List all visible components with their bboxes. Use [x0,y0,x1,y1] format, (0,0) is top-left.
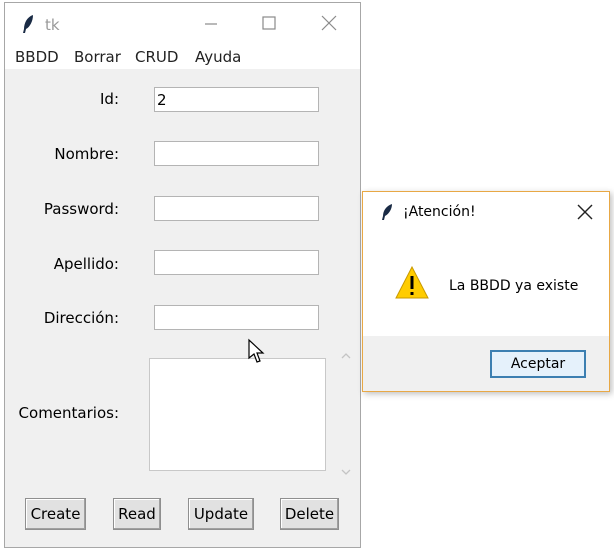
attention-dialog: ¡Atención! La BBDD ya existe Aceptar [362,191,610,392]
dialog-title: ¡Atención! [403,204,476,220]
label-comentarios: Comentarios: [18,404,119,422]
nombre-field[interactable] [154,141,319,166]
scroll-up-icon[interactable] [341,351,351,361]
label-apellido: Apellido: [53,255,119,273]
menu-borrar[interactable]: Borrar [74,48,121,66]
feather-icon [23,15,33,33]
label-id: Id: [100,90,119,108]
close-icon[interactable] [575,202,595,222]
window-title: tk [45,16,60,34]
maximize-icon [262,16,276,30]
comentarios-scrollbar[interactable] [339,347,353,481]
update-button[interactable]: Update [188,498,254,530]
dialog-message: La BBDD ya existe [449,278,579,294]
label-direccion: Dirección: [43,309,119,327]
title-bar[interactable]: tk [5,3,360,43]
warning-icon [395,265,429,299]
close-button[interactable] [301,3,357,43]
delete-button[interactable]: Delete [280,498,339,530]
menu-bbdd[interactable]: BBDD [15,48,59,66]
maximize-button[interactable] [241,3,297,43]
minimize-icon [205,23,217,25]
feather-icon [382,204,392,220]
scroll-down-icon[interactable] [341,467,351,477]
main-window: tk BBDD Borrar CRUD Ayuda Id: Nombre: Pa… [4,2,361,548]
close-icon [321,15,337,31]
mouse-cursor-icon [248,338,265,363]
menu-bar: BBDD Borrar CRUD Ayuda [5,43,360,69]
ok-button[interactable]: Aceptar [490,350,586,378]
id-field[interactable] [154,87,319,112]
direccion-field[interactable] [154,305,319,330]
minimize-button[interactable] [183,3,239,43]
dialog-title-bar[interactable]: ¡Atención! [363,192,609,232]
menu-crud[interactable]: CRUD [135,48,178,66]
label-password: Password: [43,200,119,218]
label-nombre: Nombre: [54,145,119,163]
read-button[interactable]: Read [113,498,161,530]
menu-ayuda[interactable]: Ayuda [195,48,241,66]
apellido-field[interactable] [154,250,319,275]
comentarios-field[interactable] [149,358,326,471]
create-button[interactable]: Create [25,498,86,530]
password-field[interactable] [154,196,319,221]
